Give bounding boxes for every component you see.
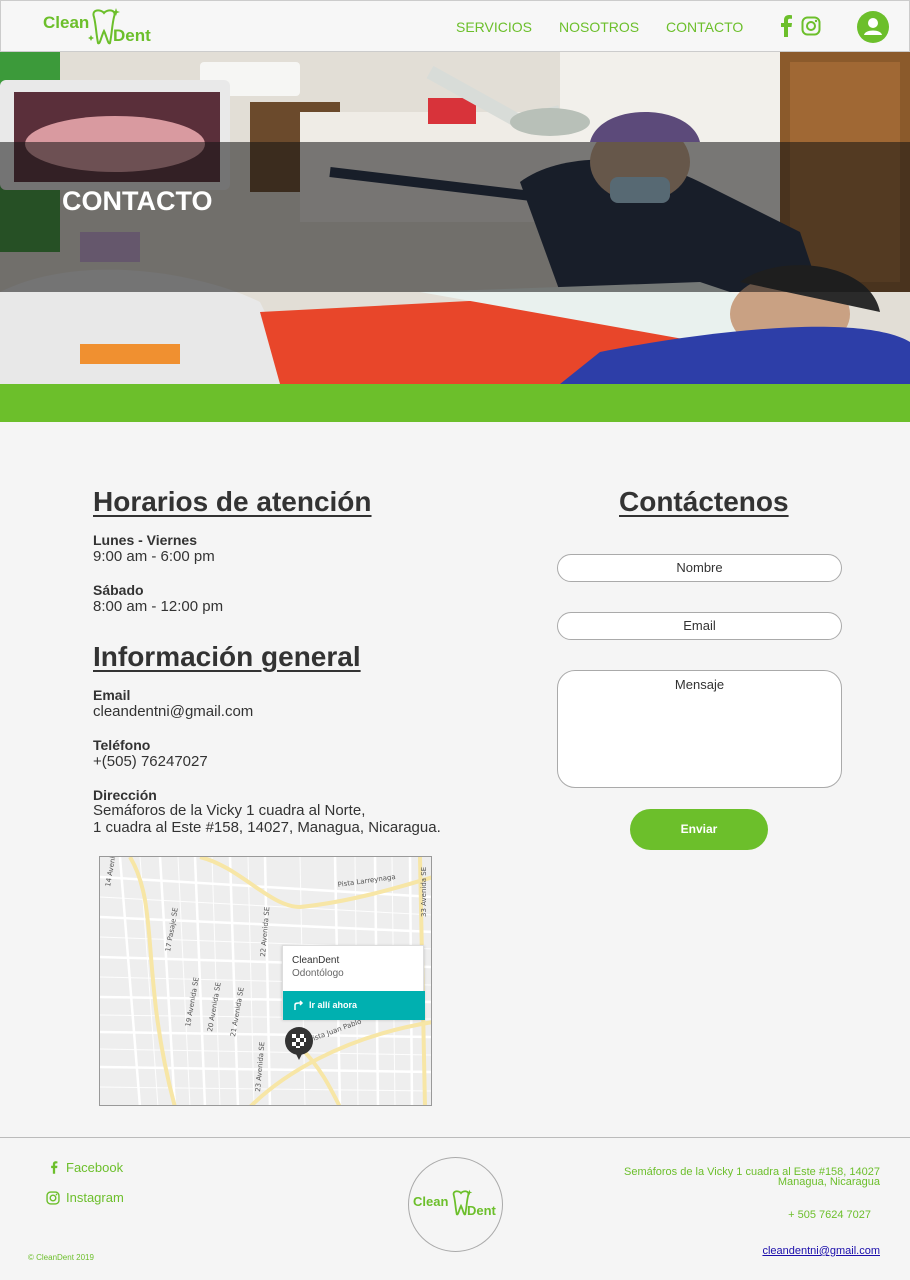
map-place-category: Odontólogo bbox=[292, 968, 344, 979]
footer-logo-word-dent: Dent bbox=[467, 1203, 496, 1218]
map-place-popup[interactable]: CleanDent Odontólogo Ir allí ahora bbox=[282, 945, 425, 1020]
hero-banner: CONTACTO bbox=[0, 52, 910, 384]
footer-email-link[interactable]: cleandentni@gmail.com bbox=[740, 1245, 880, 1257]
send-button[interactable]: Enviar bbox=[630, 809, 768, 850]
top-navbar: Clean Dent SERVICIOS NOSOTROS CONTACTO bbox=[0, 0, 910, 52]
address-line-1: Semáforos de la Vicky 1 cuadra al Norte, bbox=[93, 802, 366, 819]
directions-label: Ir allí ahora bbox=[309, 1000, 358, 1010]
hours-heading: Horarios de atención bbox=[93, 486, 372, 517]
footer-instagram-icon bbox=[46, 1191, 60, 1205]
footer-facebook-icon bbox=[51, 1161, 58, 1174]
message-field[interactable]: Mensaje bbox=[557, 670, 842, 788]
footer-facebook-link[interactable]: Facebook bbox=[66, 1160, 123, 1175]
svg-text:33 Avenida SE: 33 Avenida SE bbox=[420, 867, 428, 917]
directions-button[interactable]: Ir allí ahora bbox=[283, 991, 425, 1020]
general-info-heading: Información general bbox=[93, 641, 361, 672]
directions-icon bbox=[294, 1000, 304, 1010]
footer-address-line-2: Managua, Nicaragua bbox=[777, 1176, 880, 1188]
account-icon[interactable] bbox=[857, 11, 889, 43]
footer-instagram-link[interactable]: Instagram bbox=[66, 1190, 124, 1205]
hero-title-band bbox=[0, 142, 910, 292]
address-line-2: 1 cuadra al Este #158, 14027, Managua, N… bbox=[93, 819, 441, 836]
nav-link-servicios[interactable]: SERVICIOS bbox=[456, 19, 532, 35]
footer-logo-word-clean: Clean bbox=[413, 1194, 449, 1209]
logo-word-dent: Dent bbox=[113, 26, 151, 45]
saturday-hours: 8:00 am - 12:00 pm bbox=[93, 598, 224, 615]
logo-word-clean: Clean bbox=[43, 13, 90, 32]
copyright-text: © CleanDent 2019 bbox=[28, 1253, 94, 1262]
instagram-icon[interactable] bbox=[801, 15, 821, 37]
phone-value: +(505) 76247027 bbox=[93, 753, 208, 770]
email-field[interactable]: Email bbox=[557, 612, 842, 640]
page-title: CONTACTO bbox=[62, 186, 213, 216]
name-field[interactable]: Nombre bbox=[557, 554, 842, 582]
saturday-label: Sábado bbox=[93, 582, 144, 598]
phone-label: Teléfono bbox=[93, 737, 151, 753]
weekday-label: Lunes - Viernes bbox=[93, 532, 198, 548]
map-place-name: CleanDent bbox=[292, 955, 340, 966]
nav-link-contacto[interactable]: CONTACTO bbox=[666, 19, 743, 35]
cleandent-logo[interactable]: Clean Dent bbox=[43, 7, 159, 47]
contact-heading: Contáctenos bbox=[619, 486, 789, 517]
address-label: Dirección bbox=[93, 787, 157, 803]
footer-phone: + 505 7624 7027 bbox=[788, 1209, 871, 1221]
map-pin-icon[interactable] bbox=[284, 1026, 314, 1060]
weekday-hours: 9:00 am - 6:00 pm bbox=[93, 548, 215, 565]
footer-logo[interactable]: Clean Dent bbox=[408, 1157, 503, 1252]
nav-link-nosotros[interactable]: NOSOTROS bbox=[559, 19, 639, 35]
email-value: cleandentni@gmail.com bbox=[93, 703, 254, 720]
email-label: Email bbox=[93, 687, 131, 703]
facebook-icon[interactable] bbox=[779, 15, 793, 37]
green-divider-band bbox=[0, 384, 910, 422]
